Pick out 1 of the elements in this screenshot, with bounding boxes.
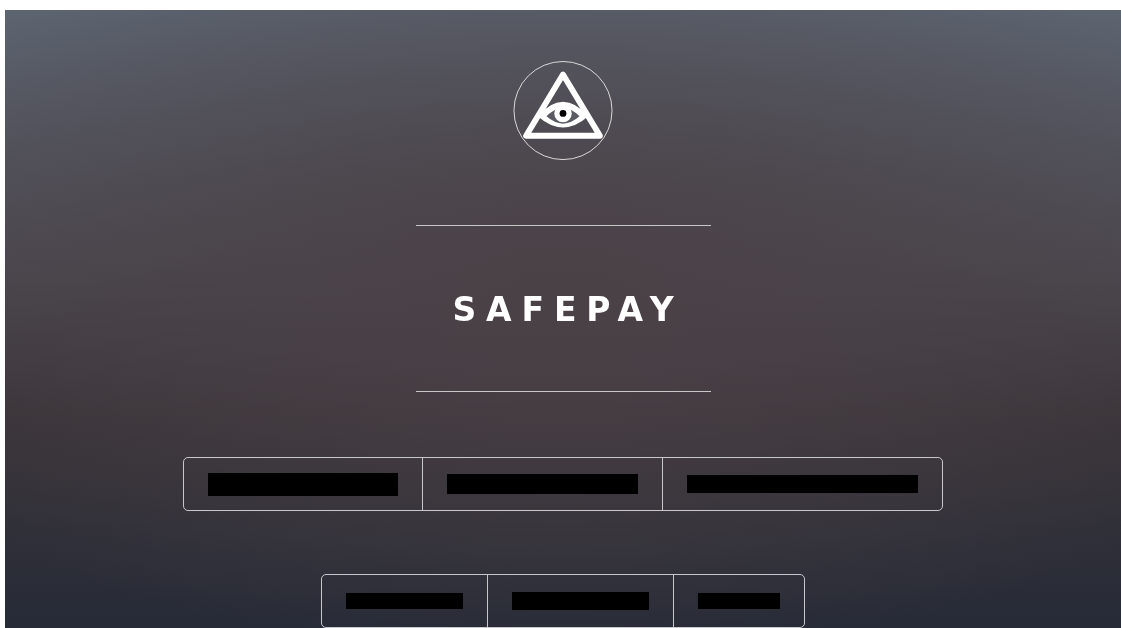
app-title: SAFEPAY [451, 290, 684, 331]
